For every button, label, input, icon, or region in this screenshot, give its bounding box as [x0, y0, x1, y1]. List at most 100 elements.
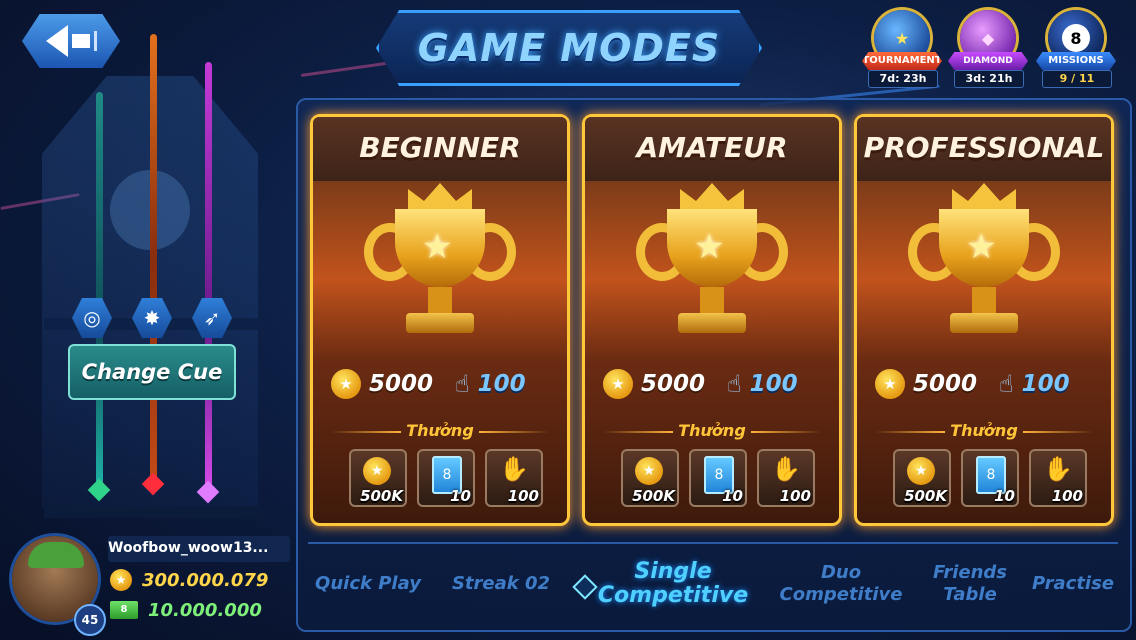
trophy-icon: ★	[364, 183, 516, 359]
event-badge: ◆	[981, 28, 995, 48]
back-arrow-shaft	[71, 34, 90, 48]
reward-label: Thưởng	[950, 421, 1018, 440]
reward-card: 8 10	[417, 449, 475, 507]
mode-card-beginner[interactable]: BEGINNER ★ ★ 5000 ☝ 100 Thưởng ★ 500K 8 10…	[310, 114, 570, 526]
trophy-base	[678, 313, 746, 333]
chalk-hand-icon: ☝	[455, 370, 470, 398]
reward-qty: 500K	[360, 487, 403, 505]
event-name: TOURNAMENT	[862, 52, 942, 70]
coin-icon: ★	[110, 569, 132, 591]
coin-icon: ★	[603, 369, 633, 399]
player-level-badge: 45	[74, 604, 106, 636]
entry-fee: ★ 5000 ☝ 100	[331, 369, 526, 399]
event-name: MISSIONS	[1036, 52, 1116, 70]
avatar-cap	[28, 542, 84, 568]
reward-qty: 100	[779, 487, 811, 505]
chalk-hand-icon: ☝	[999, 370, 1014, 398]
reward-coin: ★ 500K	[893, 449, 951, 507]
entry-coins: 5000	[369, 371, 434, 397]
reward-qty: 10	[450, 487, 471, 505]
event-tournament[interactable]: ★ TOURNAMENT 7d: 23h	[862, 6, 942, 88]
tab-friends-table[interactable]: Friends Table	[920, 544, 1020, 624]
page-title: GAME MODES	[417, 26, 721, 70]
star-icon: ★	[694, 227, 725, 267]
trophy-stem	[700, 287, 724, 313]
cue-stick-teal[interactable]	[96, 92, 103, 492]
reward-list: ★ 500K 8 10 ✋ 100	[349, 449, 543, 507]
reward-qty: 500K	[904, 487, 947, 505]
player-panel[interactable]: 45 Woofbow_woow13... ★ 300.000.079 8 10.…	[12, 532, 290, 636]
event-name: DIAMOND WEEK	[948, 52, 1028, 70]
reward-coin: ★ 500K	[349, 449, 407, 507]
cash-icon: 8	[110, 601, 138, 619]
chalk-hand-icon: ✋	[771, 455, 801, 483]
coin-balance[interactable]: ★ 300.000.079	[110, 568, 268, 592]
trophy-stem	[428, 287, 452, 313]
coin-icon: ★	[331, 369, 361, 399]
event-timer: 9 / 11	[1042, 70, 1112, 88]
reward-chalk: ✋ 100	[485, 449, 543, 507]
coin-value: 300.000.079	[142, 569, 269, 591]
star-icon: ★	[966, 227, 997, 267]
cue-stick-orange[interactable]	[150, 34, 157, 484]
tab-quick-play[interactable]: Quick Play	[308, 544, 428, 624]
back-stripe	[93, 31, 97, 51]
cue-stick-purple[interactable]	[205, 62, 212, 492]
trophy-icon: ★	[636, 183, 788, 359]
reward-list: ★ 500K 8 10 ✋ 100	[621, 449, 815, 507]
entry-chalk: 100	[1021, 371, 1070, 397]
reward-label: Thưởng	[678, 421, 746, 440]
card-title: PROFESSIONAL	[863, 131, 1105, 164]
card-title: BEGINNER	[359, 131, 521, 164]
card-title: AMATEUR	[636, 131, 788, 164]
player-name: Woofbow_woow13...	[108, 540, 269, 556]
tab-practise[interactable]: Practise	[1028, 544, 1118, 624]
reward-list: ★ 500K 8 10 ✋ 100	[893, 449, 1087, 507]
chalk-hand-icon: ✋	[499, 455, 529, 483]
coin-icon: ★	[875, 369, 905, 399]
entry-chalk: 100	[477, 371, 526, 397]
event-timer: 3d: 21h	[954, 70, 1024, 88]
reward-chalk: ✋ 100	[757, 449, 815, 507]
coin-icon: ★	[635, 457, 663, 485]
active-tab-diamond-icon	[572, 574, 598, 600]
mode-card-amateur[interactable]: AMATEUR ★ ★ 5000 ☝ 100 Thưởng ★ 500K 8 10 …	[582, 114, 842, 526]
star-icon: ★	[422, 227, 453, 267]
chalk-hand-icon: ☝	[727, 370, 742, 398]
tab-single-competitive[interactable]: Single Competitive	[598, 544, 748, 624]
trophy-icon: ★	[908, 183, 1060, 359]
reward-chalk: ✋ 100	[1029, 449, 1087, 507]
event-badge: 8	[1062, 24, 1090, 52]
tab-duo-competitive[interactable]: Duo Competitive	[776, 544, 906, 624]
mode-tab-bar: Quick Play Streak 02 Single Competitive …	[308, 542, 1118, 624]
tab-streak[interactable]: Streak 02	[446, 544, 556, 624]
reward-qty: 100	[1051, 487, 1083, 505]
event-missions[interactable]: 8 MISSIONS 9 / 11	[1036, 6, 1116, 88]
reward-coin: ★ 500K	[621, 449, 679, 507]
reward-card: 8 10	[961, 449, 1019, 507]
back-button[interactable]	[22, 14, 120, 68]
cash-value: 10.000.000	[148, 599, 262, 621]
change-cue-button[interactable]: Change Cue	[68, 344, 236, 400]
entry-fee: ★ 5000 ☝ 100	[875, 369, 1070, 399]
cash-balance[interactable]: 8 10.000.000	[110, 598, 262, 622]
event-badge: ★	[894, 28, 910, 48]
chalk-hand-icon: ✋	[1043, 455, 1073, 483]
entry-chalk: 100	[749, 371, 798, 397]
reward-qty: 500K	[632, 487, 675, 505]
event-diamond-week[interactable]: ◆ DIAMOND WEEK 3d: 21h	[948, 6, 1028, 88]
trophy-base	[406, 313, 474, 333]
coin-icon: ★	[363, 457, 391, 485]
entry-coins: 5000	[913, 371, 978, 397]
reward-qty: 10	[722, 487, 743, 505]
event-timer: 7d: 23h	[868, 70, 938, 88]
cue-base	[44, 506, 262, 518]
reward-card: 8 10	[689, 449, 747, 507]
trophy-stem	[972, 287, 996, 313]
entry-fee: ★ 5000 ☝ 100	[603, 369, 798, 399]
coin-icon: ★	[907, 457, 935, 485]
back-arrow-icon	[45, 25, 68, 57]
mode-card-professional[interactable]: PROFESSIONAL ★ ★ 5000 ☝ 100 Thưởng ★ 500K…	[854, 114, 1114, 526]
trophy-base	[950, 313, 1018, 333]
reward-label: Thưởng	[406, 421, 474, 440]
